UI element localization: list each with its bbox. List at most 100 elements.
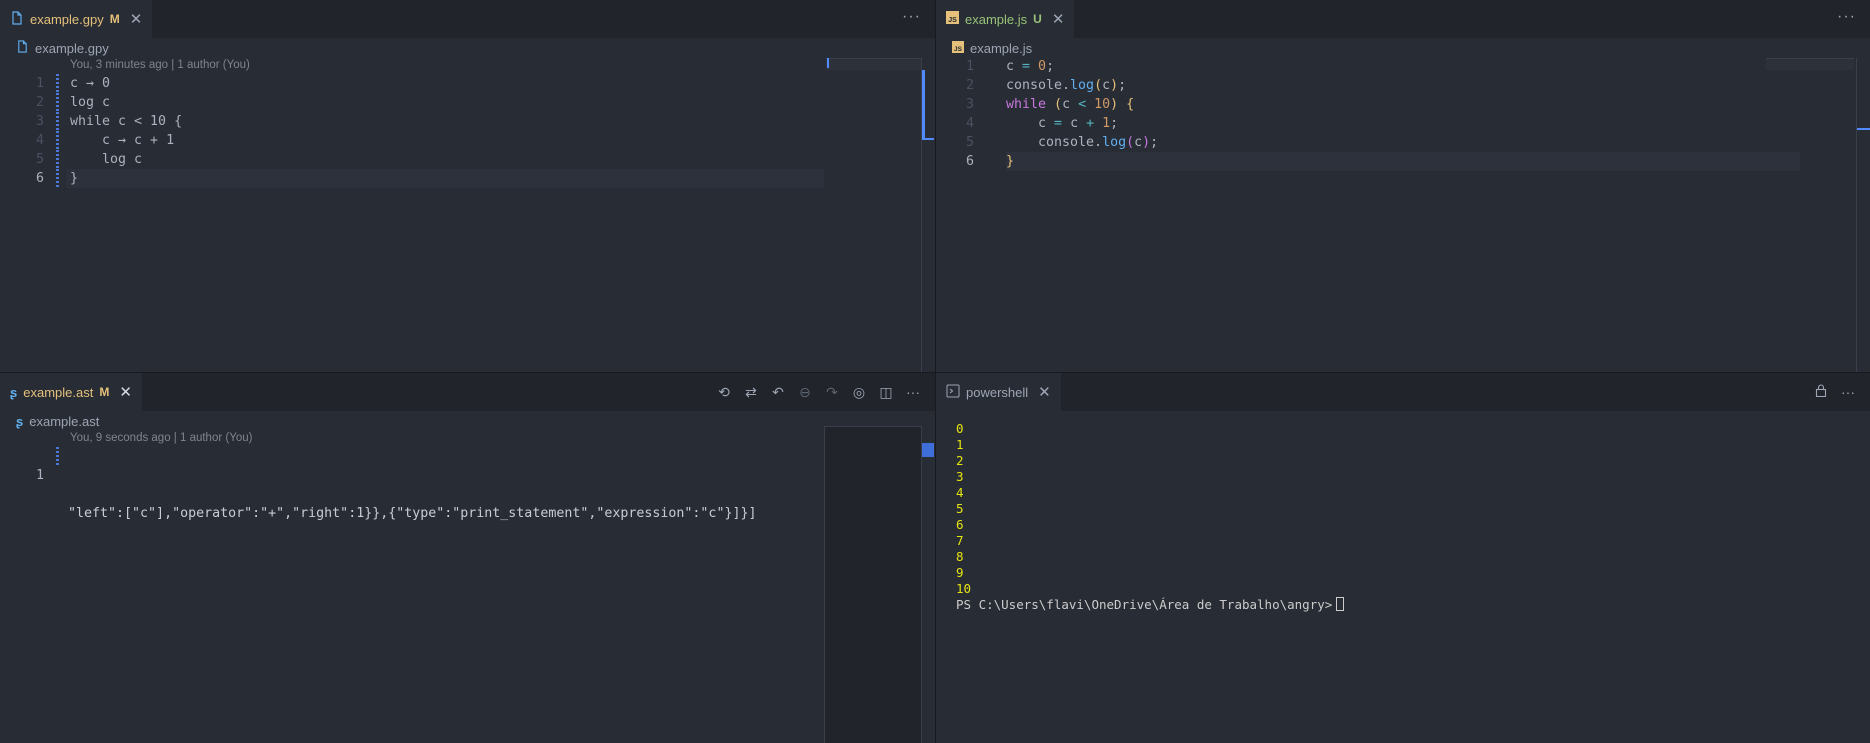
prompt-line[interactable]: PS C:\Users\flavi\OneDrive\Área de Traba… (956, 597, 1345, 613)
code-text: } (70, 171, 79, 186)
scroll-change-marker (922, 443, 934, 457)
git-blame-lens[interactable]: You, 3 minutes ago | 1 author (You) (70, 59, 250, 71)
line-number: 5 (35, 152, 44, 167)
commit-icon[interactable]: ⊖ (797, 384, 813, 401)
horizontal-sash[interactable] (0, 372, 1870, 373)
line-number: 5 (965, 135, 974, 150)
terminal-icon (946, 384, 960, 401)
tab-bar: JS example.js U ✕ ··· (936, 0, 1870, 38)
current-line-highlight (66, 169, 824, 188)
js-file-icon: JS (946, 11, 959, 27)
tab-bar: ʂ example.ast M ✕ ⟲ ⇄ ↶ ⊖ ↷ ◎ ◫ ··· (0, 373, 935, 411)
more-actions-icon[interactable]: ··· (902, 8, 921, 26)
scroll-change-marker (922, 70, 925, 140)
terminal-cursor (1336, 597, 1345, 611)
minimap-marker (827, 58, 829, 68)
output-line: 7 (956, 533, 964, 548)
output-line: 6 (956, 517, 964, 532)
tab-label: example.ast (23, 384, 94, 400)
code-text: while c < 10 { (70, 114, 183, 129)
terminal-pane: powershell ✕ ··· 0 1 2 3 4 5 6 7 8 9 10 … (936, 373, 1870, 743)
output-line: 2 (956, 453, 964, 468)
code-text: c → c + 1 (70, 133, 175, 148)
previous-change-icon[interactable]: ↶ (770, 384, 786, 401)
more-actions-icon[interactable]: ··· (1840, 384, 1856, 400)
minimap[interactable] (1766, 58, 1854, 70)
breadcrumb[interactable]: JS example.js (952, 38, 1032, 58)
terminal-actions: ··· (1813, 373, 1856, 411)
breadcrumb[interactable]: example.gpy (16, 38, 109, 58)
output-line: 4 (956, 485, 964, 500)
tab-label: example.js (965, 11, 1028, 27)
line-number: 6 (965, 154, 974, 169)
editor-pane-js: JS example.js U ✕ ··· JS example.js 1c =… (936, 0, 1870, 372)
breadcrumb-file[interactable]: example.js (970, 41, 1032, 56)
more-actions-icon[interactable]: ··· (1837, 8, 1856, 26)
output-line: 9 (956, 565, 964, 580)
compare-changes-icon[interactable]: ⇄ (743, 384, 759, 401)
modified-badge: M (109, 12, 120, 26)
ast-file-icon: ʂ (16, 413, 24, 429)
scroll-cursor-marker (922, 138, 934, 140)
tab-example-ast[interactable]: ʂ example.ast M ✕ (0, 373, 142, 411)
git-blame-lens[interactable]: You, 9 seconds ago | 1 author (You) (70, 432, 252, 444)
minimap[interactable] (824, 426, 921, 743)
scroll-cursor-marker (1857, 128, 1870, 130)
tab-label: powershell (966, 384, 1029, 400)
js-file-icon: JS (952, 40, 964, 56)
line-number: 4 (35, 133, 44, 148)
tab-example-js[interactable]: JS example.js U ✕ (936, 0, 1075, 38)
close-icon[interactable]: ✕ (130, 10, 143, 28)
close-icon[interactable]: ✕ (1038, 383, 1051, 401)
tab-example-gpy[interactable]: example.gpy M ✕ (0, 0, 153, 38)
lock-icon[interactable] (1813, 384, 1829, 400)
breadcrumb-file[interactable]: example.gpy (35, 41, 109, 56)
git-change-marker (56, 93, 59, 112)
line-number: 3 (965, 97, 974, 112)
svg-text:JS: JS (954, 46, 963, 53)
line-number: 4 (965, 116, 974, 131)
more-actions-icon[interactable]: ··· (905, 384, 921, 400)
line-number: 6 (35, 171, 44, 186)
git-change-marker (56, 131, 59, 150)
ast-file-icon: ʂ (10, 384, 18, 400)
line-number: 1 (35, 76, 44, 91)
close-icon[interactable]: ✕ (119, 383, 132, 401)
git-change-marker (56, 169, 59, 188)
git-change-marker (56, 74, 59, 93)
line-number: 3 (35, 114, 44, 129)
split-editor-icon[interactable]: ◫ (878, 384, 894, 401)
svg-text:JS: JS (948, 17, 957, 24)
tab-bar: example.gpy M ✕ ··· (0, 0, 935, 38)
scrollbar[interactable] (1856, 58, 1870, 372)
file-icon (16, 40, 29, 56)
untracked-badge: U (1033, 12, 1042, 26)
code-line[interactable]: 1 "left":["c"],"operator":"+","right":1}… (0, 447, 756, 521)
history-icon[interactable]: ⟲ (716, 384, 732, 401)
line-number: 1 (965, 59, 974, 74)
tab-bar: powershell ✕ ··· (936, 373, 1870, 411)
git-change-marker (56, 150, 59, 169)
git-lens-icon[interactable]: ◎ (851, 384, 867, 401)
output-line: 3 (956, 469, 964, 484)
output-line: 5 (956, 501, 964, 516)
scrollbar[interactable] (921, 426, 935, 743)
line-number: 1 (35, 468, 44, 483)
current-line-highlight (1006, 152, 1800, 171)
code-text: "left":["c"],"operator":"+","right":1}},… (68, 506, 757, 521)
breadcrumb[interactable]: ʂ example.ast (16, 411, 99, 431)
line-number: 2 (35, 95, 44, 110)
prompt-text: PS C:\Users\flavi\OneDrive\Área de Traba… (956, 597, 1333, 612)
code-area[interactable]: 1 "left":["c"],"operator":"+","right":1}… (0, 447, 756, 521)
git-change-marker (56, 447, 59, 466)
minimap[interactable] (826, 58, 921, 70)
next-change-icon[interactable]: ↷ (824, 384, 840, 401)
code-text: log c (70, 95, 111, 110)
breadcrumb-file[interactable]: example.ast (29, 414, 99, 429)
terminal-output[interactable]: 0 1 2 3 4 5 6 7 8 9 10 PS C:\Users\flavi… (956, 421, 1345, 613)
output-line: 0 (956, 421, 964, 436)
editor-pane-ast: ʂ example.ast M ✕ ⟲ ⇄ ↶ ⊖ ↷ ◎ ◫ ··· ʂ ex… (0, 373, 935, 743)
tab-powershell[interactable]: powershell ✕ (936, 373, 1061, 411)
close-icon[interactable]: ✕ (1052, 10, 1065, 28)
line-number: 2 (965, 78, 974, 93)
